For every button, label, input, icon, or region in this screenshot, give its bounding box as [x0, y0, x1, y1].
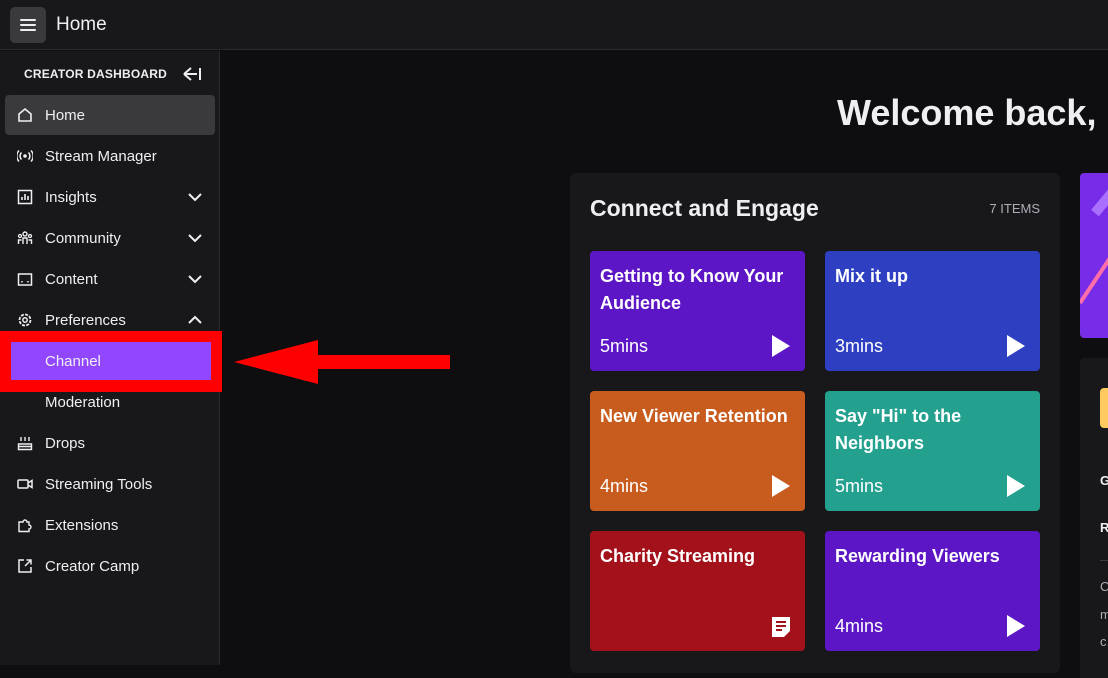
badge-icon — [1100, 388, 1108, 428]
menu-button[interactable] — [10, 7, 46, 43]
connect-engage-panel: Connect and Engage 7 ITEMS Getting to Kn… — [570, 173, 1060, 673]
play-icon — [1007, 475, 1025, 497]
external-link-icon — [18, 559, 32, 573]
play-icon — [1007, 335, 1025, 357]
side-text: C — [1100, 579, 1108, 594]
sidebar-item-label: Extensions — [45, 517, 119, 534]
sidebar-item-label: Drops — [45, 435, 86, 452]
card-duration: 4mins — [835, 616, 884, 636]
sidebar-item-label: Moderation — [45, 394, 121, 411]
sidebar: CREATOR DASHBOARD Home Stream Manager In… — [0, 51, 222, 665]
broadcast-icon — [17, 149, 33, 163]
panel-title: Connect and Engage — [590, 195, 819, 221]
card-title: Getting to Know Your Audience — [600, 266, 784, 313]
sidebar-item-stream-manager[interactable]: Stream Manager — [5, 136, 215, 176]
home-icon — [18, 107, 32, 122]
card-title: Say "Hi" to the Neighbors — [835, 406, 962, 453]
promo-card[interactable] — [1080, 173, 1108, 338]
sidebar-item-drops[interactable]: Drops — [5, 423, 215, 463]
divider — [1100, 560, 1108, 561]
sidebar-item-streaming-tools[interactable]: Streaming Tools — [5, 464, 215, 504]
insights-icon — [17, 189, 33, 205]
sidebar-item-label: Insights — [45, 189, 97, 206]
gear-icon — [18, 313, 32, 327]
top-bar: Home — [0, 0, 1108, 50]
sidebar-item-label: Stream Manager — [45, 148, 157, 165]
play-icon — [772, 475, 790, 497]
community-icon — [17, 231, 33, 244]
card-duration: 3mins — [835, 336, 884, 356]
chevron-up-icon — [188, 315, 202, 324]
sidebar-item-extensions[interactable]: Extensions — [5, 505, 215, 545]
side-panel: G R C m c — [1080, 358, 1108, 678]
hamburger-icon — [20, 19, 36, 31]
card-title: Rewarding Viewers — [835, 546, 1000, 566]
sidebar-item-creator-camp[interactable]: Creator Camp — [5, 546, 215, 586]
sidebar-item-community[interactable]: Community — [5, 218, 215, 258]
collapse-sidebar-icon[interactable] — [182, 66, 202, 82]
card-title: New Viewer Retention — [600, 406, 788, 426]
sidebar-item-label: Preferences — [45, 312, 126, 329]
welcome-heading: Welcome back, — [837, 92, 1097, 133]
sidebar-item-label: Creator Camp — [45, 558, 140, 575]
sidebar-item-label: Channel — [45, 353, 101, 370]
sidebar-item-label: Content — [45, 271, 98, 288]
card-title: Charity Streaming — [600, 546, 756, 566]
sidebar-item-content[interactable]: Content — [5, 259, 215, 299]
card-mix-it-up[interactable]: Mix it up 3mins — [825, 251, 1040, 371]
side-text: G — [1100, 473, 1108, 488]
camera-icon — [17, 479, 33, 489]
side-text: m — [1100, 607, 1108, 622]
sidebar-item-insights[interactable]: Insights — [5, 177, 215, 217]
drops-icon — [17, 437, 33, 451]
sidebar-item-moderation[interactable]: Moderation — [5, 382, 215, 422]
content-icon — [17, 273, 33, 286]
card-rewarding-viewers[interactable]: Rewarding Viewers 4mins — [825, 531, 1040, 651]
card-title: Mix it up — [835, 266, 908, 286]
play-icon — [772, 335, 790, 357]
side-text: c — [1100, 634, 1107, 649]
card-say-hi-to-the-neighbors[interactable]: Say "Hi" to the Neighbors 5mins — [825, 391, 1040, 511]
play-icon — [1007, 615, 1025, 637]
card-getting-to-know-your-audience[interactable]: Getting to Know Your Audience 5mins — [590, 251, 805, 371]
sidebar-item-label: Community — [45, 230, 121, 247]
card-duration: 4mins — [600, 476, 649, 496]
sidebar-item-channel[interactable]: Channel — [11, 342, 211, 380]
chevron-down-icon — [188, 275, 202, 284]
article-icon — [772, 617, 790, 637]
chevron-down-icon — [188, 193, 202, 202]
sidebar-item-home[interactable]: Home — [5, 95, 215, 135]
card-duration: 5mins — [600, 336, 649, 356]
item-count: 7 ITEMS — [989, 201, 1040, 216]
promo-graphic-icon — [1080, 189, 1108, 305]
sidebar-item-label: Home — [45, 107, 86, 124]
card-new-viewer-retention[interactable]: New Viewer Retention 4mins — [590, 391, 805, 511]
side-text: R — [1100, 520, 1108, 535]
card-charity-streaming[interactable]: Charity Streaming — [590, 531, 805, 651]
puzzle-icon — [18, 519, 32, 533]
card-duration: 5mins — [835, 476, 884, 496]
page-title: Home — [56, 14, 107, 35]
chevron-down-icon — [188, 234, 202, 243]
sidebar-item-label: Streaming Tools — [45, 476, 153, 493]
annotation-arrow-icon — [234, 340, 450, 384]
sidebar-header: CREATOR DASHBOARD — [24, 67, 167, 81]
